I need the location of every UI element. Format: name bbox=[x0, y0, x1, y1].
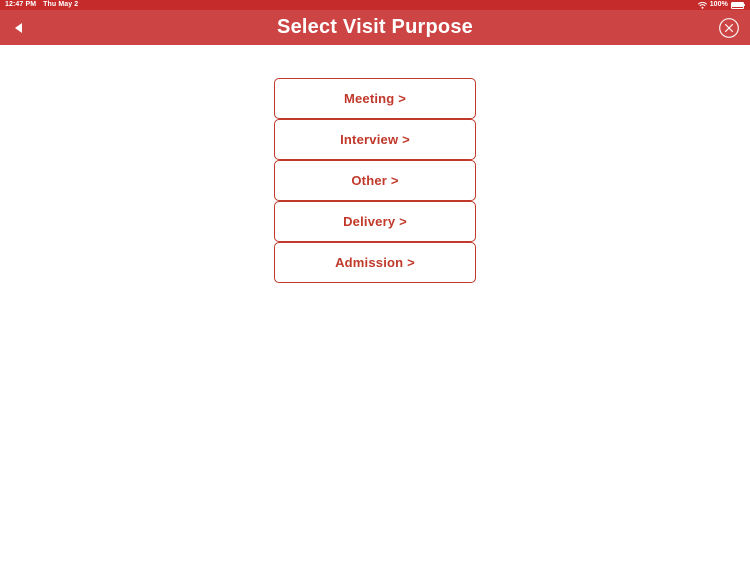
status-bar: 12:47 PM Thu May 2 100% bbox=[0, 0, 750, 10]
purpose-button-admission[interactable]: Admission > bbox=[274, 242, 476, 283]
close-button[interactable] bbox=[718, 17, 740, 39]
status-bar-time: 12:47 PM bbox=[5, 1, 37, 8]
navigation-bar: Select Visit Purpose bbox=[0, 10, 750, 45]
purpose-button-other[interactable]: Other > bbox=[274, 160, 476, 201]
purpose-button-meeting[interactable]: Meeting > bbox=[274, 78, 476, 119]
close-circle-icon bbox=[719, 17, 739, 38]
wifi-icon bbox=[697, 1, 707, 9]
page-title: Select Visit Purpose bbox=[277, 16, 473, 38]
status-bar-right: 100% bbox=[697, 0, 746, 10]
visit-purpose-list: Meeting > Interview > Other > Delivery >… bbox=[274, 78, 476, 283]
status-bar-left: 12:47 PM Thu May 2 bbox=[5, 0, 78, 10]
status-bar-date: Thu May 2 bbox=[43, 1, 79, 8]
battery-full-icon bbox=[731, 1, 746, 9]
back-button[interactable] bbox=[6, 10, 30, 45]
back-triangle-icon bbox=[14, 22, 22, 33]
purpose-button-interview[interactable]: Interview > bbox=[274, 119, 476, 160]
purpose-button-delivery[interactable]: Delivery > bbox=[274, 201, 476, 242]
battery-percent-label: 100% bbox=[709, 1, 728, 8]
